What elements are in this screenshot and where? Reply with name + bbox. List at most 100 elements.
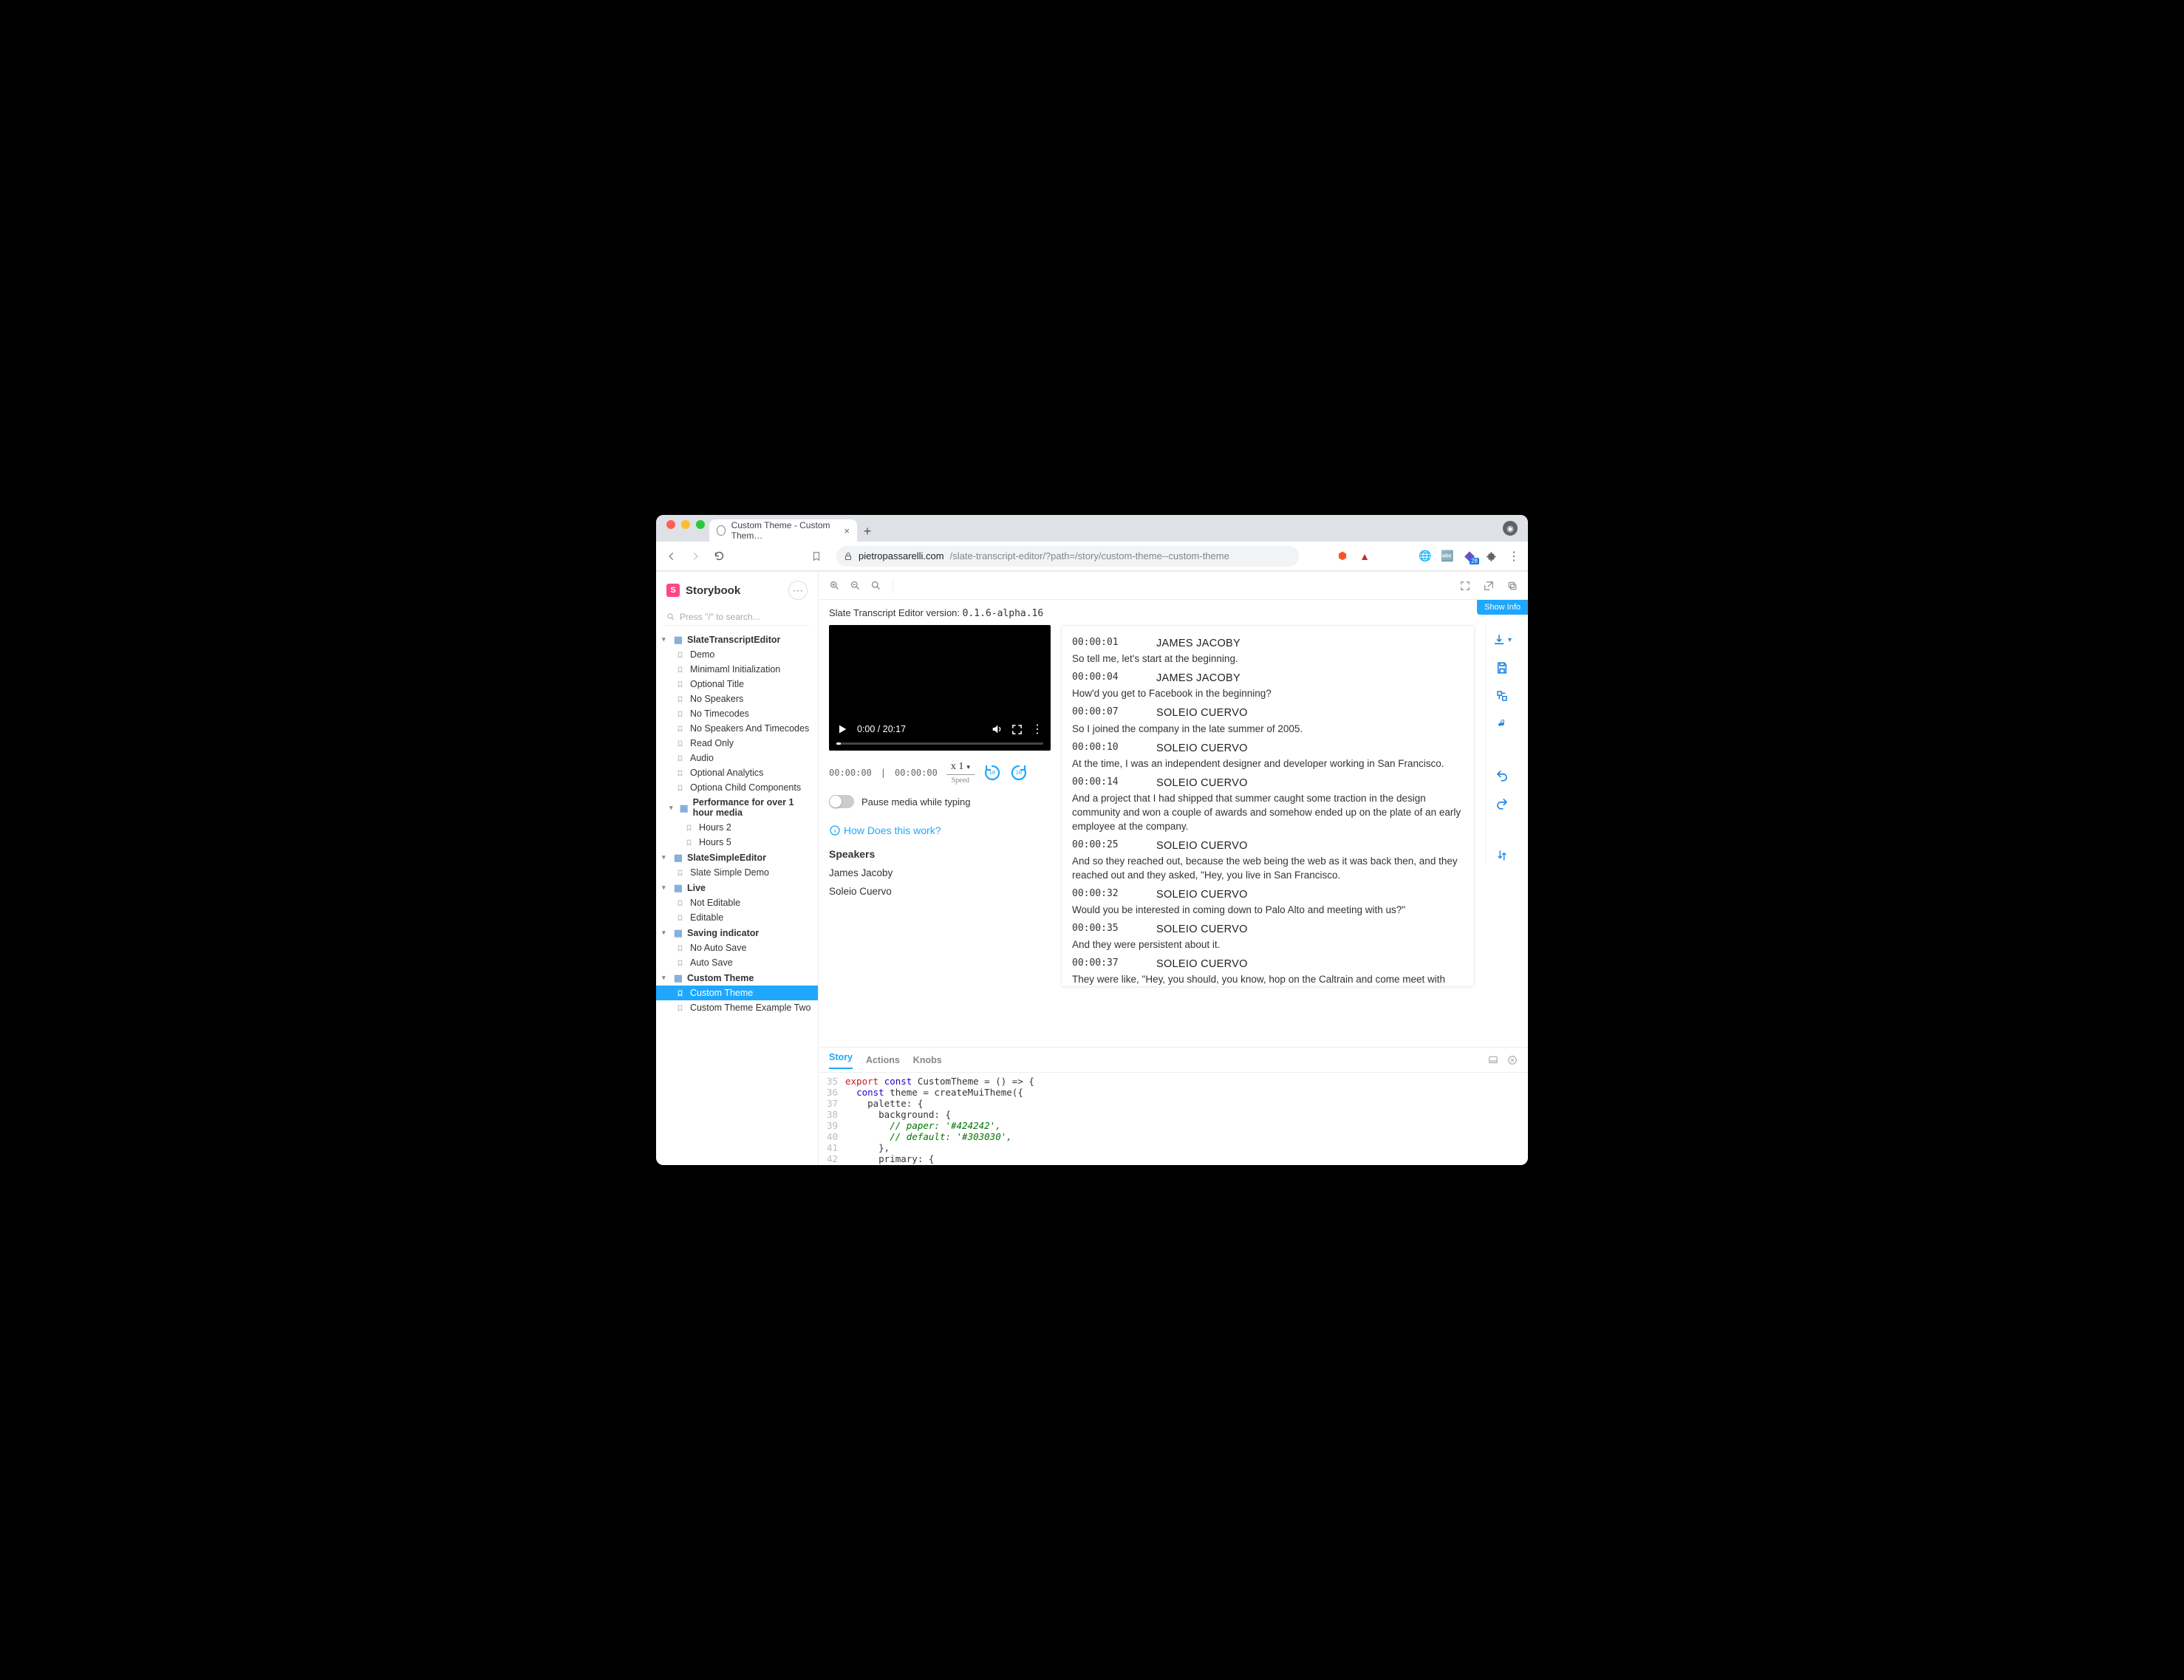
transcript-segment[interactable]: 00:00:35 SOLEIO CUERVOAnd they were persi… (1072, 922, 1464, 952)
segment-timecode[interactable]: 00:00:01 (1072, 636, 1139, 651)
brave-shield-icon[interactable]: ⬢ (1336, 550, 1349, 563)
transcript-segment[interactable]: 00:00:32 SOLEIO CUERVO Would you be intere… (1072, 887, 1464, 918)
story-leaf[interactable]: Demo (656, 647, 818, 662)
window-close-icon[interactable] (666, 520, 675, 529)
zoom-in-icon[interactable] (827, 579, 841, 593)
segment-speaker[interactable]: JAMES JACOBY (1156, 671, 1241, 686)
redo-icon[interactable] (1495, 796, 1509, 811)
music-note-icon[interactable] (1495, 717, 1509, 731)
speaker-name[interactable]: James Jacoby (829, 867, 1051, 878)
swap-vertical-icon[interactable] (1495, 848, 1509, 863)
save-icon[interactable] (1495, 660, 1509, 675)
volume-icon[interactable] (991, 723, 1003, 735)
window-zoom-icon[interactable] (696, 520, 705, 529)
segment-speaker[interactable]: SOLEIO CUERVO (1156, 776, 1248, 791)
how-does-this-work-link[interactable]: How Does this work? (829, 824, 1051, 836)
segment-text[interactable]: At the time, I was an independent design… (1072, 757, 1464, 771)
storybook-logo[interactable]: S Storybook (666, 584, 740, 597)
transcript-segment[interactable]: 00:00:10SOLEIO CUERVOAt the time, I was … (1072, 741, 1464, 771)
story-leaf[interactable]: No Speakers And Timecodes (656, 721, 818, 736)
segment-speaker[interactable]: SOLEIO CUERVO (1156, 957, 1248, 972)
new-tab-button[interactable]: + (857, 521, 878, 542)
story-leaf[interactable]: Minimaml Initialization (656, 662, 818, 677)
open-external-icon[interactable] (1482, 579, 1495, 593)
story-folder[interactable]: ▾▦Performance for over 1 hour media (656, 795, 818, 820)
segment-speaker[interactable]: JAMES JACOBY (1156, 636, 1241, 651)
story-leaf[interactable]: Hours 2 (656, 820, 818, 835)
browser-tab[interactable]: Custom Theme - Custom Them… × (709, 519, 857, 542)
transcript-segment[interactable]: 00:00:01 JAMES JACOBYSo tell me, let's st… (1072, 636, 1464, 666)
extension-triangle-icon[interactable]: ▲ (1358, 550, 1371, 563)
story-source-code[interactable]: 35export const CustomTheme = () => {36 c… (819, 1073, 1528, 1165)
address-bar[interactable]: pietropassarelli.com/slate-transcript-ed… (836, 546, 1299, 567)
segment-speaker[interactable]: SOLEIO CUERVO (1156, 922, 1248, 937)
story-leaf[interactable]: No Speakers (656, 692, 818, 706)
segment-text[interactable]: And they were persistent about it. (1072, 938, 1464, 952)
segment-text[interactable]: Would you be interested in coming down t… (1072, 904, 1464, 918)
pause-while-typing-toggle[interactable] (829, 795, 854, 808)
story-folder[interactable]: ▾▦SlateTranscriptEditor (656, 632, 818, 647)
play-icon[interactable] (836, 723, 848, 735)
segment-speaker[interactable]: SOLEIO CUERVO (1156, 706, 1248, 720)
profile-avatar-icon[interactable]: ◉ (1503, 521, 1518, 536)
speaker-name[interactable]: Soleio Cuervo (829, 886, 1051, 897)
story-leaf[interactable]: Auto Save (656, 955, 818, 970)
segment-text[interactable]: They were like, "Hey, you should, you kn… (1072, 973, 1464, 987)
transcript-segment[interactable]: 00:00:37 SOLEIO CUERVOThey were like, "He… (1072, 957, 1464, 987)
story-leaf[interactable]: Audio (656, 751, 818, 765)
story-folder[interactable]: ▾▦SlateSimpleEditor (656, 850, 818, 865)
segment-timecode[interactable]: 00:00:25 (1072, 839, 1139, 853)
story-leaf[interactable]: Custom Theme (656, 986, 818, 1000)
addon-tab-knobs[interactable]: Knobs (913, 1055, 942, 1065)
chevron-down-icon[interactable]: ▾ (1508, 636, 1512, 644)
transcript-segment[interactable]: 00:00:14SOLEIO CUERVOAnd a project that … (1072, 776, 1464, 834)
segment-text[interactable]: How'd you get to Facebook in the beginni… (1072, 687, 1464, 701)
video-progress[interactable] (836, 742, 1043, 745)
extension-globe-icon[interactable]: 🌐 (1419, 550, 1432, 563)
copy-link-icon[interactable] (1506, 579, 1519, 593)
extension-calendar-icon[interactable]: ◆28 (1463, 550, 1476, 563)
story-leaf[interactable]: Editable (656, 910, 818, 925)
fullscreen-video-icon[interactable] (1011, 724, 1023, 735)
story-leaf[interactable]: No Timecodes (656, 706, 818, 721)
fullscreen-icon[interactable] (1458, 579, 1472, 593)
video-menu-icon[interactable]: ⋮ (1031, 722, 1043, 737)
nav-back-button[interactable] (663, 548, 680, 564)
segment-speaker[interactable]: SOLEIO CUERVO (1156, 887, 1248, 902)
replace-text-icon[interactable] (1495, 689, 1509, 703)
segment-timecode[interactable]: 00:00:37 (1072, 957, 1139, 972)
story-folder[interactable]: ▾▦Live (656, 880, 818, 895)
segment-timecode[interactable]: 00:00:32 (1072, 887, 1139, 902)
transcript-segment[interactable]: 00:00:04JAMES JACOBYHow'd you get to Fac… (1072, 671, 1464, 701)
browser-menu-icon[interactable]: ⋮ (1507, 550, 1521, 563)
story-leaf[interactable]: Optional Analytics (656, 765, 818, 780)
zoom-reset-icon[interactable] (869, 579, 882, 593)
story-leaf[interactable]: Slate Simple Demo (656, 865, 818, 880)
show-info-button[interactable]: Show Info (1477, 600, 1528, 615)
segment-text[interactable]: So I joined the company in the late summ… (1072, 723, 1464, 737)
story-folder[interactable]: ▾▦Saving indicator (656, 925, 818, 940)
nav-forward-button[interactable] (687, 548, 703, 564)
undo-icon[interactable] (1495, 768, 1509, 783)
segment-timecode[interactable]: 00:00:35 (1072, 922, 1139, 937)
story-leaf[interactable]: Hours 5 (656, 835, 818, 850)
extension-translate-icon[interactable]: 🔤 (1441, 550, 1454, 563)
transcript-panel[interactable]: 00:00:01JAMES JACOBYSo tell me, let's st… (1061, 625, 1475, 987)
story-leaf[interactable]: Custom Theme Example Two (656, 1000, 818, 1015)
story-leaf[interactable]: Not Editable (656, 895, 818, 910)
tab-close-icon[interactable]: × (844, 525, 850, 536)
addons-orientation-icon[interactable] (1488, 1055, 1498, 1065)
transcript-segment[interactable]: 00:00:25SOLEIO CUERVOAnd so they reached… (1072, 839, 1464, 883)
segment-text[interactable]: So tell me, let's start at the beginning… (1072, 652, 1464, 666)
story-leaf[interactable]: Optiona Child Components (656, 780, 818, 795)
video-player[interactable]: 0:00 / 20:17 ⋮ (829, 625, 1051, 751)
extensions-menu-icon[interactable] (1485, 550, 1498, 563)
segment-text[interactable]: And a project that I had shipped that su… (1072, 792, 1464, 834)
zoom-out-icon[interactable] (848, 579, 861, 593)
window-minimize-icon[interactable] (681, 520, 690, 529)
segment-timecode[interactable]: 00:00:07 (1072, 706, 1139, 720)
transcript-segment[interactable]: 00:00:07 SOLEIO CUERVO So I joined the com… (1072, 706, 1464, 736)
addon-tab-actions[interactable]: Actions (866, 1055, 900, 1065)
story-folder[interactable]: ▾▦Custom Theme (656, 970, 818, 986)
bookmark-icon[interactable] (808, 548, 825, 564)
